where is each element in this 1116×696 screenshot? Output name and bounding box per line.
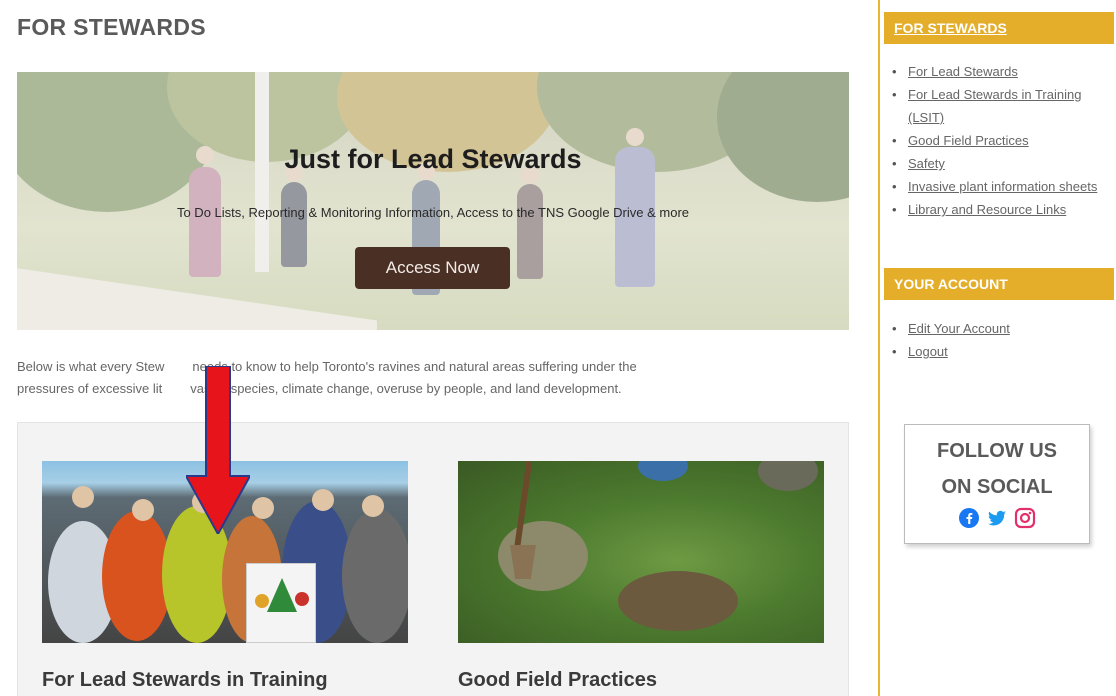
sidebar-item: Safety bbox=[892, 152, 1114, 175]
sidebar-item: Library and Resource Links bbox=[892, 198, 1114, 221]
link-invasive-plant-sheets[interactable]: Invasive plant information sheets bbox=[908, 179, 1097, 194]
twitter-icon[interactable] bbox=[986, 507, 1008, 529]
card-title-lsit[interactable]: For Lead Stewards in Training bbox=[42, 669, 328, 692]
link-good-field-practices[interactable]: Good Field Practices bbox=[908, 133, 1029, 148]
sidebar-list-stewards: For Lead Stewards For Lead Stewards in T… bbox=[892, 60, 1114, 221]
field-practices-photo[interactable] bbox=[458, 461, 824, 643]
follow-us-box: FOLLOW US ON SOCIAL bbox=[904, 424, 1090, 544]
toronto-nature-sign bbox=[246, 563, 316, 643]
sidebar-heading-your-account: YOUR ACCOUNT bbox=[884, 268, 1114, 300]
facebook-icon[interactable] bbox=[958, 507, 980, 529]
sidebar-list-account: Edit Your Account Logout bbox=[892, 317, 1114, 363]
sidebar-item: Edit Your Account bbox=[892, 317, 1114, 340]
intro-text: Below is what every Stew needs to know to… bbox=[17, 356, 837, 400]
link-safety[interactable]: Safety bbox=[908, 156, 945, 171]
sidebar-item: For Lead Stewards bbox=[892, 60, 1114, 83]
link-edit-account[interactable]: Edit Your Account bbox=[908, 321, 1010, 336]
access-now-button[interactable]: Access Now bbox=[355, 247, 510, 289]
instagram-icon[interactable] bbox=[1014, 507, 1036, 529]
hero-banner: Just for Lead Stewards To Do Lists, Repo… bbox=[17, 72, 849, 330]
intro-line2-end: vasive species, climate change, overuse … bbox=[190, 381, 622, 396]
sidebar-item: For Lead Stewards in Training (LSIT) bbox=[892, 83, 1114, 129]
follow-line-1: FOLLOW US bbox=[937, 440, 1057, 462]
link-logout[interactable]: Logout bbox=[908, 344, 948, 359]
sidebar: FOR STEWARDS For Lead Stewards For Lead … bbox=[878, 0, 1116, 696]
sidebar-item: Invasive plant information sheets bbox=[892, 175, 1114, 198]
intro-line1-start: Below is what every Stew bbox=[17, 359, 165, 374]
social-icons bbox=[905, 507, 1089, 529]
card-title-field-practices[interactable]: Good Field Practices bbox=[458, 669, 657, 692]
hero-subtitle: To Do Lists, Reporting & Monitoring Info… bbox=[176, 205, 690, 220]
intro-line1-end: needs to know to help Toronto's ravines … bbox=[192, 359, 637, 374]
link-lsit[interactable]: For Lead Stewards in Training (LSIT) bbox=[908, 87, 1081, 125]
link-library-resources[interactable]: Library and Resource Links bbox=[908, 202, 1066, 217]
intro-line2-start: pressures of excessive lit bbox=[17, 381, 163, 396]
sidebar-heading-for-stewards[interactable]: FOR STEWARDS bbox=[884, 12, 1114, 44]
cards-section: For Lead Stewards in Training Good Field… bbox=[17, 422, 849, 696]
page-title: FOR STEWARDS bbox=[17, 14, 206, 40]
sidebar-item: Good Field Practices bbox=[892, 129, 1114, 152]
sidebar-item: Logout bbox=[892, 340, 1114, 363]
red-arrow-annotation bbox=[186, 366, 250, 534]
link-for-lead-stewards[interactable]: For Lead Stewards bbox=[908, 64, 1018, 79]
hero-title: Just for Lead Stewards bbox=[284, 144, 582, 174]
follow-line-2: ON SOCIAL bbox=[941, 476, 1053, 498]
